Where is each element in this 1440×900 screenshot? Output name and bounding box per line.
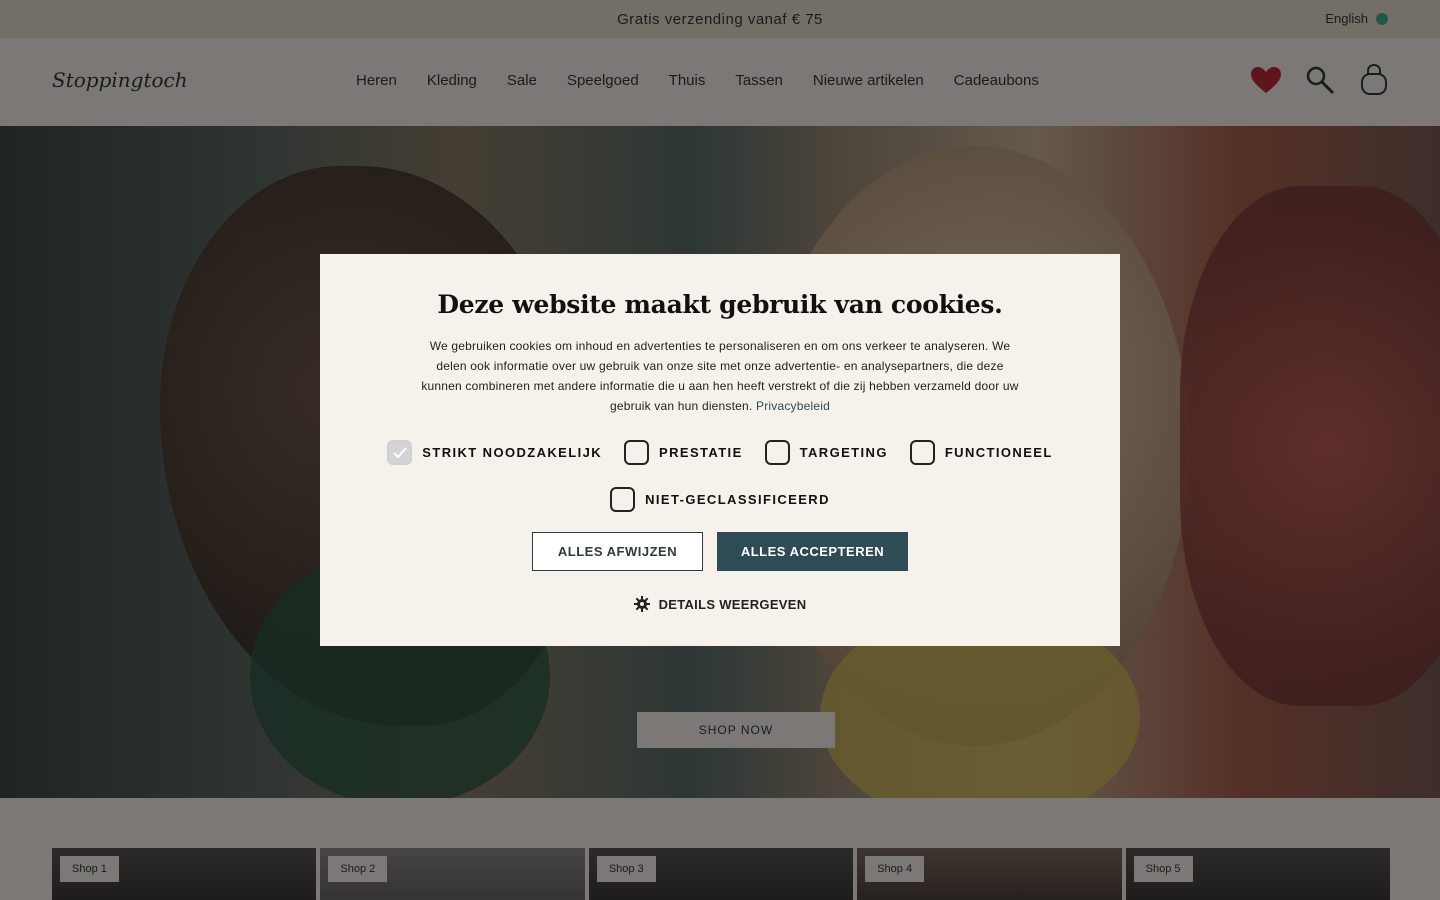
privacy-policy-link[interactable]: Privacybeleid <box>756 399 830 413</box>
option-label[interactable]: TARGETING <box>800 445 888 460</box>
option-unclassified[interactable]: NIET-GECLASSIFICEERD <box>610 487 830 512</box>
option-strictly-necessary: STRIKT NOODZAKELIJK <box>387 440 602 465</box>
option-label: STRIKT NOODZAKELIJK <box>422 445 603 460</box>
cookie-consent-dialog: Deze website maakt gebruik van cookies. … <box>320 254 1120 646</box>
dialog-title: Deze website maakt gebruik van cookies. <box>437 290 1003 319</box>
functional-checkbox[interactable] <box>909 440 935 465</box>
details-label[interactable]: DETAILS WEERGEVEN <box>659 597 807 612</box>
dialog-description: We gebruiken cookies om inhoud en advert… <box>417 336 1023 416</box>
option-functional[interactable]: FUNCTIONEEL <box>909 440 1053 465</box>
unclassified-checkbox[interactable] <box>610 487 636 512</box>
dialog-body-text: We gebruiken cookies om inhoud en advert… <box>421 339 1019 413</box>
cookie-options: STRIKT NOODZAKELIJK PRESTATIE TARGETING … <box>320 440 1120 465</box>
reject-all-button[interactable]: ALLES AFWIJZEN <box>532 532 703 571</box>
strictly-necessary-checkbox <box>387 440 413 465</box>
show-details-toggle[interactable]: DETAILS WEERGEVEN <box>320 596 1120 612</box>
targeting-checkbox[interactable] <box>764 440 790 465</box>
option-label[interactable]: NIET-GECLASSIFICEERD <box>645 492 830 507</box>
option-label[interactable]: FUNCTIONEEL <box>945 445 1053 460</box>
performance-checkbox[interactable] <box>624 440 650 465</box>
accept-all-button[interactable]: ALLES ACCEPTEREN <box>717 532 908 571</box>
cookie-options-row2: NIET-GECLASSIFICEERD <box>320 487 1120 512</box>
option-performance[interactable]: PRESTATIE <box>624 440 743 465</box>
check-icon <box>393 446 407 458</box>
option-label[interactable]: PRESTATIE <box>659 445 743 460</box>
option-targeting[interactable]: TARGETING <box>764 440 888 465</box>
dialog-buttons: ALLES AFWIJZEN ALLES ACCEPTEREN <box>320 532 1120 571</box>
gear-icon <box>633 596 650 612</box>
